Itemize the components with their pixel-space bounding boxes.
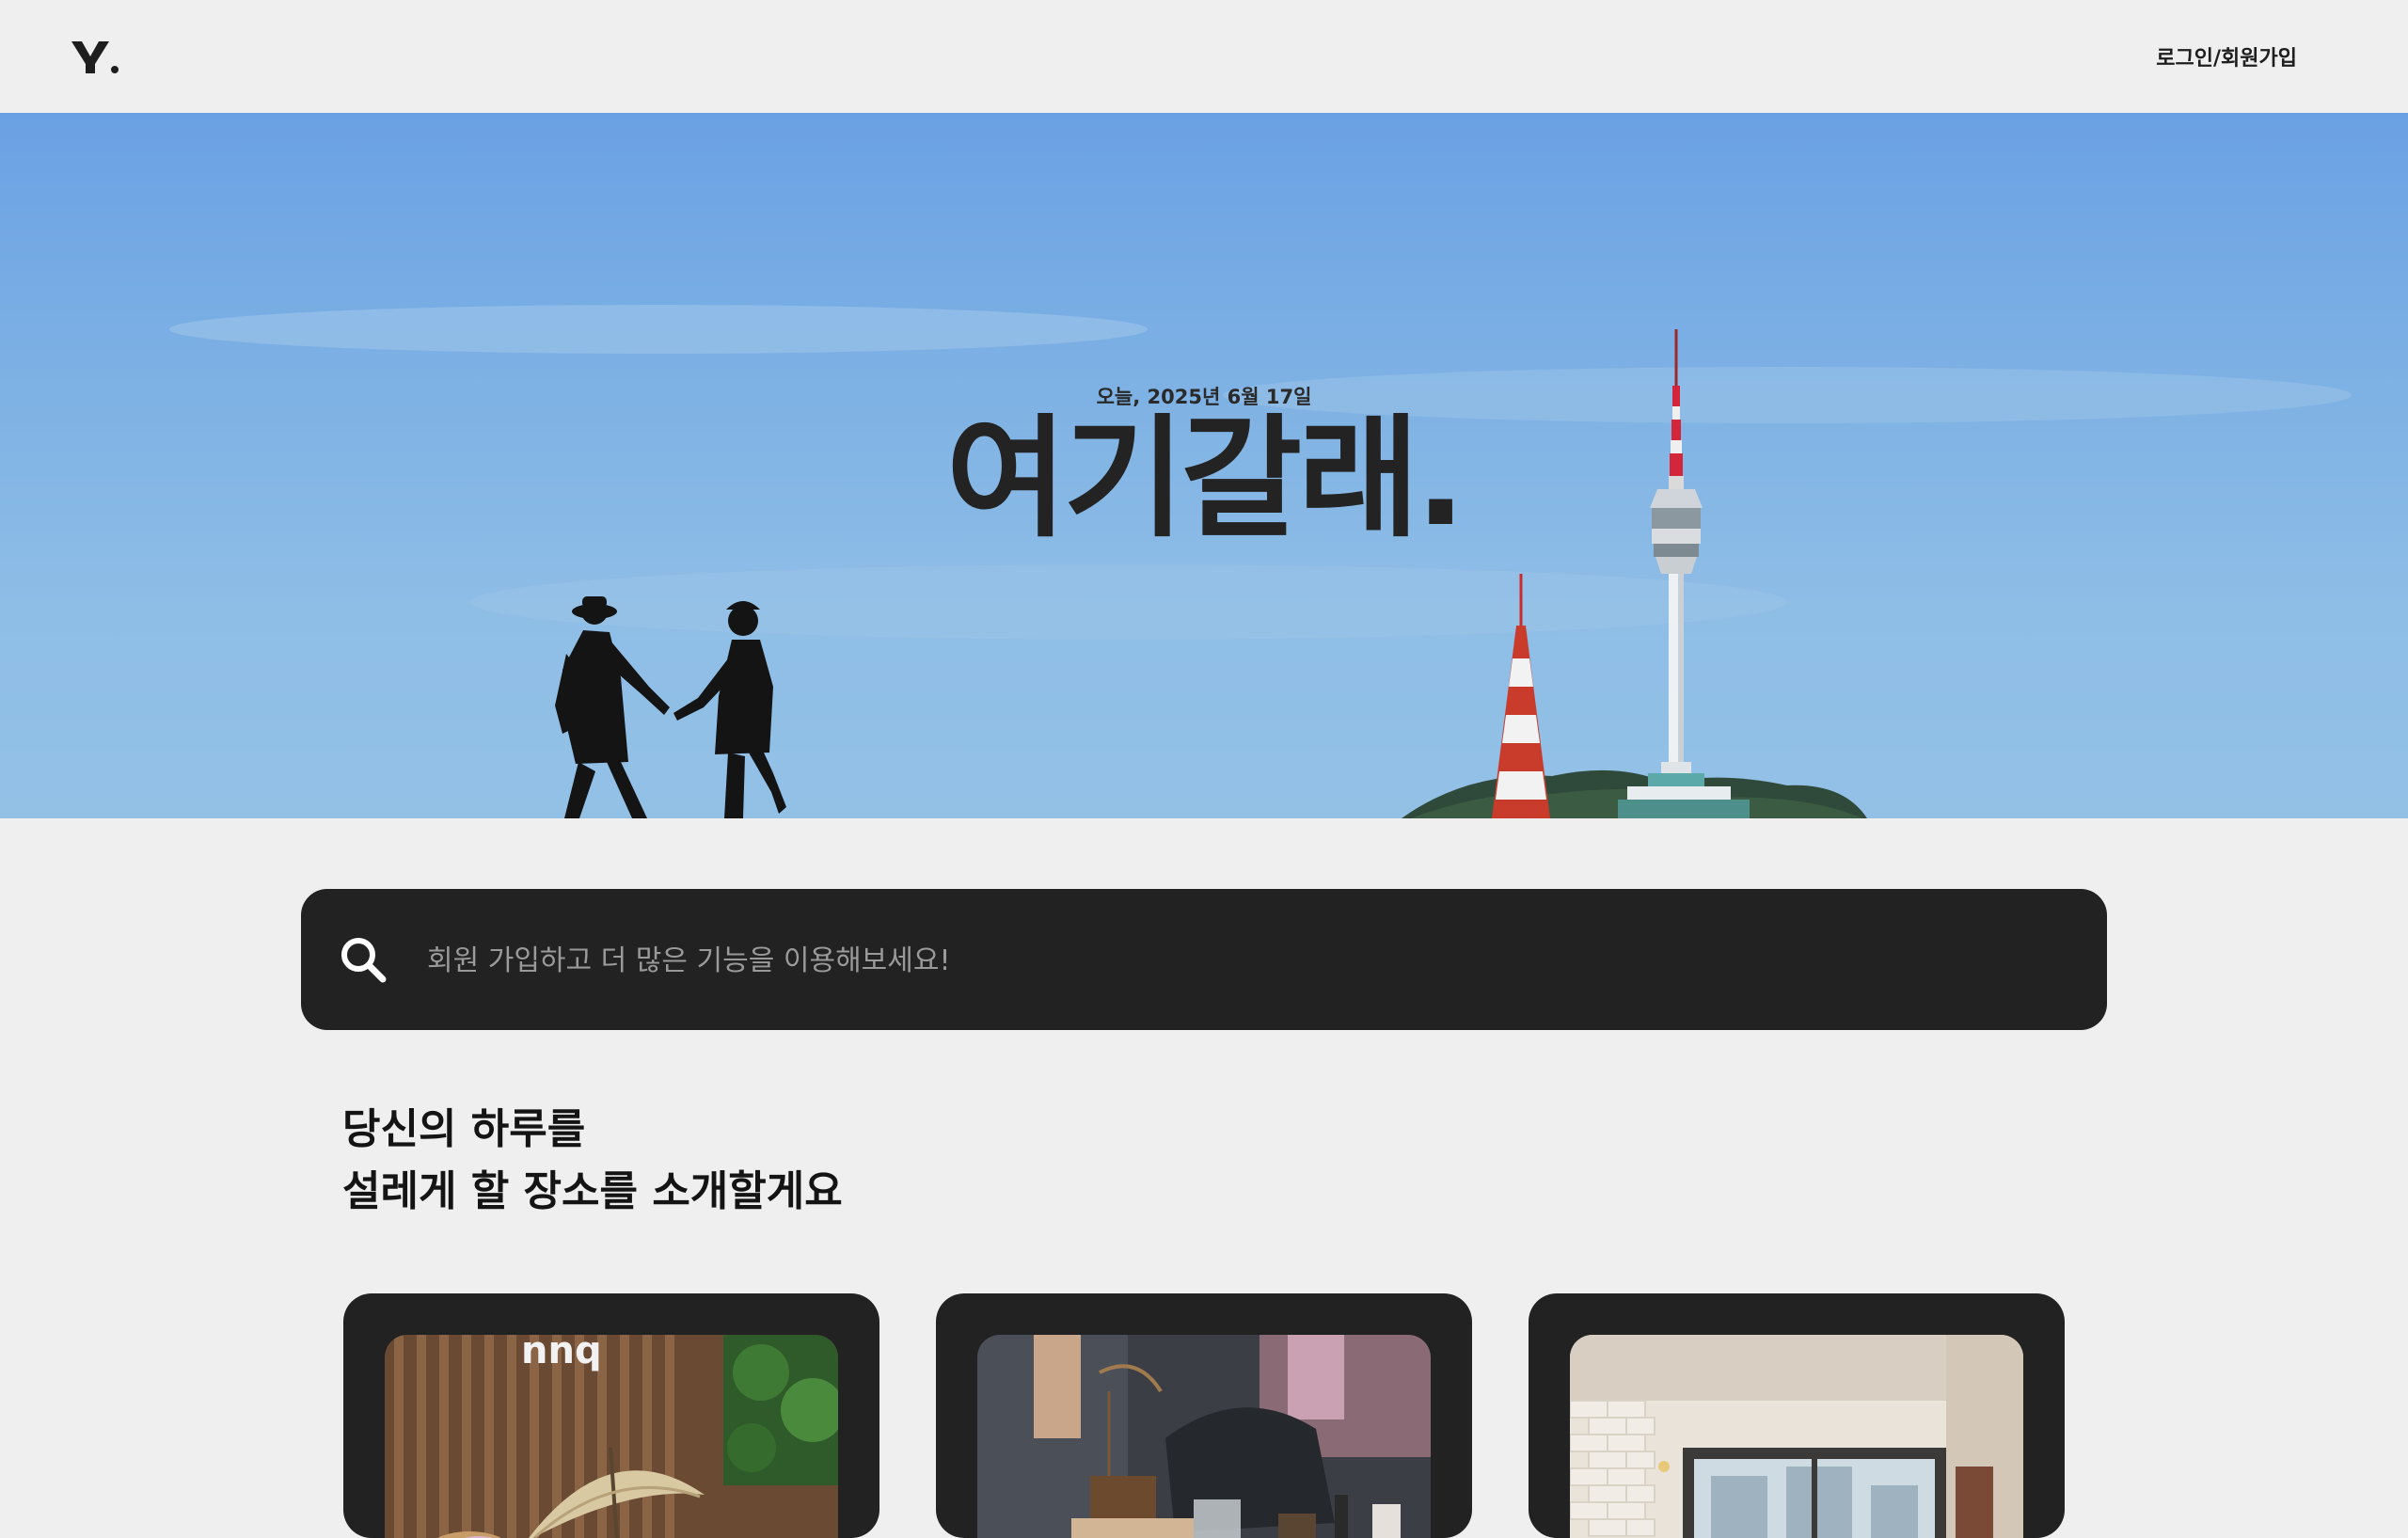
section-heading: 당신의 하루를 설레게 할 장소를 소개할게요: [342, 1099, 843, 1223]
svg-text:nnq: nnq: [521, 1335, 602, 1372]
section-heading-line2: 설레게 할 장소를 소개할게요: [342, 1167, 843, 1215]
flea-market-stall-photo: [977, 1335, 1431, 1538]
outdoor-market-umbrella-photo: nnq: [385, 1335, 838, 1538]
place-card-image[interactable]: [977, 1335, 1431, 1538]
hero-title: 여기갈래.: [945, 403, 1465, 556]
section-heading-line1: 당신의 하루를: [342, 1105, 586, 1153]
place-card-image[interactable]: [1570, 1335, 2023, 1538]
search-icon[interactable]: [339, 935, 388, 984]
place-card-image[interactable]: nnq: [385, 1335, 838, 1538]
place-card[interactable]: [936, 1293, 1472, 1538]
couple-silhouette: [555, 596, 786, 818]
search-input[interactable]: [425, 931, 2047, 990]
place-card[interactable]: [1529, 1293, 2065, 1538]
logo-icon[interactable]: [71, 38, 120, 75]
login-signup-link[interactable]: 로그인/회원가입: [2156, 41, 2297, 71]
place-card[interactable]: nnq: [343, 1293, 879, 1538]
hero-banner: 오늘, 2025년 6월 17일 여기갈래.: [0, 113, 2408, 818]
top-navigation-bar: 로그인/회원가입: [0, 0, 2408, 113]
cafe-interior-window-photo: [1570, 1335, 2023, 1538]
